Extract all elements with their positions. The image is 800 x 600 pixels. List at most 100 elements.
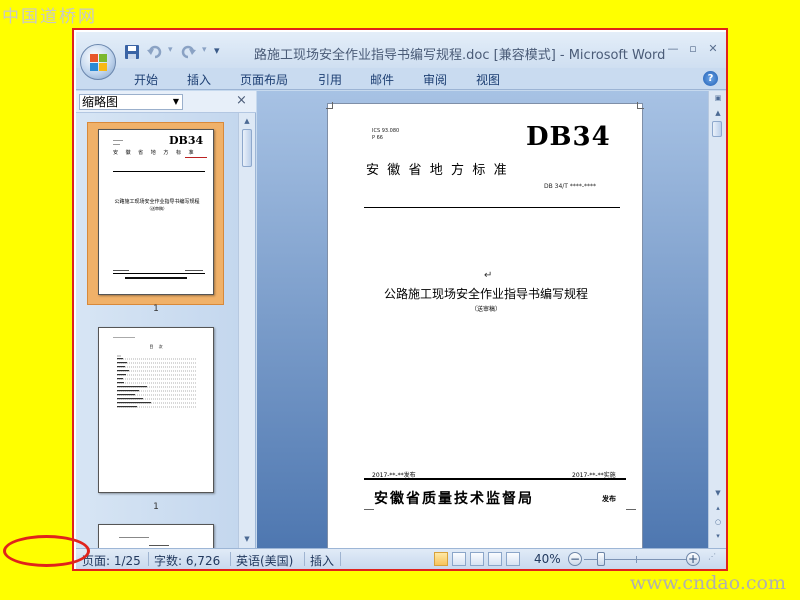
thumb-ics-line [113,140,123,141]
tab-mailings[interactable]: 邮件 [370,71,394,88]
zoom-level[interactable]: 40% [534,552,561,566]
thumb-subtitle: （送审稿） [147,206,167,211]
page-corner-mark [326,102,333,109]
page-corner-mark [637,102,644,109]
tab-review[interactable]: 审阅 [423,71,447,88]
thumb-impl-date [185,270,203,271]
thumb-header-row: 安 徽 省 地 方 标 准 [113,150,197,156]
document-title: 公路施工现场安全作业指导书编写规程 [383,287,588,301]
province-title: 安 徽 省 地 方 标 准 [366,163,507,178]
status-bar: 页面: 1/25 字数: 6,726 英语(美国) 插入 40% − + ⋰ [76,548,726,569]
title-bar: ▾ ▾ ▾ 路施工现场安全作业指导书编写规程.doc [兼容模式] - Micr… [76,32,726,68]
page-corner-mark [364,509,374,516]
document-scrollbar[interactable]: ▣ ▲ ▼ ▴ ○ ▾ [708,91,726,548]
category-code: P 66 [372,135,383,141]
thumbnail-page-number: 1 [153,304,159,314]
office-button[interactable] [80,44,116,80]
browse-object-icon[interactable]: ○ [711,516,725,528]
scroll-down-icon[interactable]: ▼ [241,533,253,545]
outline-view-icon[interactable] [488,552,502,566]
next-page-icon[interactable]: ▾ [711,530,725,542]
tab-view[interactable]: 视图 [476,71,500,88]
navigation-pane: 缩略图 ▼ × DB34 安 徽 省 地 方 标 准 公路施工现场安全作业指导书… [76,91,256,548]
word-window: ▾ ▾ ▾ 路施工现场安全作业指导书编写规程.doc [兼容模式] - Micr… [76,32,726,569]
draft-view-icon[interactable] [506,552,520,566]
status-separator [340,552,341,566]
thumb-title: 公路施工现场安全作业指导书编写规程 [114,199,200,205]
previous-page-icon[interactable]: ▴ [711,502,725,514]
window-title: 路施工现场安全作业指导书编写规程.doc [兼容模式] - Microsoft … [254,48,666,63]
document-page[interactable]: ICS 93.080 P 66 DB34 安 徽 省 地 方 标 准 DB 34… [326,102,644,548]
nav-view-select[interactable]: 缩略图 ▼ [79,94,183,110]
issuer-suffix: 发布 [602,495,616,503]
status-separator [230,552,231,566]
insert-mode[interactable]: 插入 [310,552,334,569]
return-mark: ↵ [484,270,493,281]
page-indicator[interactable]: 页面: 1/25 [82,552,141,569]
thumbnail-page-3[interactable] [98,524,214,548]
help-icon[interactable]: ? [703,71,718,86]
restore-icon[interactable]: ▫ [686,42,700,56]
office-logo-icon [90,54,107,71]
scroll-thumb[interactable] [242,129,252,167]
scroll-up-icon[interactable]: ▲ [241,115,253,127]
thumb-db-label: DB34 [169,134,204,147]
undo-dropdown-icon[interactable]: ▾ [168,45,173,63]
full-screen-reading-icon[interactable] [452,552,466,566]
thumbnail-page-1[interactable]: DB34 安 徽 省 地 方 标 准 公路施工现场安全作业指导书编写规程 （送审… [98,129,214,295]
status-separator [148,552,149,566]
customize-toolbar-icon[interactable]: ▾ [214,44,220,62]
document-subtitle: （送审稿） [470,306,501,313]
page-corner-mark [626,509,636,516]
save-icon[interactable] [124,44,140,62]
close-icon[interactable]: ✕ [706,42,720,56]
screenshot-canvas: 中国道桥网 ▾ ▾ ▾ 路施工现场安全作业指导书编写规程.doc [兼容模式] … [0,0,800,600]
tab-page-layout[interactable]: 页面布局 [240,71,288,88]
language-indicator[interactable]: 英语(美国) [236,552,293,569]
undo-icon[interactable] [146,44,166,62]
resize-grip-icon[interactable]: ⋰ [708,552,716,561]
thumb-rule-top [113,171,205,172]
word-count[interactable]: 字数: 6,726 [154,552,220,569]
standard-number: DB 34/T ****-**** [544,183,597,190]
watermark-bottom: www.cndao.com [629,572,786,594]
zoom-slider-center-mark [636,556,637,563]
ribbon-tabs: 开始 插入 页面布局 引用 邮件 审阅 视图 ? [76,68,726,90]
thumbnail-page-2[interactable]: 目 次 [98,327,214,493]
scroll-thumb[interactable] [712,121,722,137]
thumb3-line [149,545,169,546]
footer-rule [364,478,626,480]
scroll-down-icon[interactable]: ▼ [711,487,725,499]
thumb-issue-date [113,270,129,271]
zoom-in-icon[interactable]: + [686,552,700,566]
header-rule [364,207,620,208]
nav-close-icon[interactable]: × [236,93,247,108]
highlight-frame: ▾ ▾ ▾ 路施工现场安全作业指导书编写规程.doc [兼容模式] - Micr… [72,28,728,571]
thumb-std-no [185,157,207,158]
zoom-slider-knob[interactable] [597,552,605,566]
watermark-top: 中国道桥网 [2,7,97,27]
nav-pane-header: 缩略图 ▼ × [76,91,256,113]
tab-references[interactable]: 引用 [318,71,342,88]
web-layout-icon[interactable] [470,552,484,566]
status-separator [304,552,305,566]
redo-icon[interactable] [180,44,198,62]
db-label: DB34 [526,122,611,152]
ics-code: ICS 93.080 [372,128,400,134]
document-area: ICS 93.080 P 66 DB34 安 徽 省 地 方 标 准 DB 34… [257,91,726,548]
minimize-icon[interactable]: — [666,42,680,56]
scroll-up-icon[interactable]: ▲ [711,107,725,119]
print-layout-icon[interactable] [434,552,448,566]
nav-view-label: 缩略图 [82,95,119,109]
zoom-out-icon[interactable]: − [568,552,582,566]
thumb2-toc-lines [117,355,197,408]
highlight-ellipse [3,535,90,567]
tab-home[interactable]: 开始 [134,71,158,88]
thumbnail-list: DB34 安 徽 省 地 方 标 准 公路施工现场安全作业指导书编写规程 （送审… [76,113,238,548]
thumbnail-page-number: 1 [153,502,159,512]
ruler-toggle-icon[interactable]: ▣ [711,92,725,104]
redo-dropdown-icon[interactable]: ▾ [202,45,207,63]
tab-insert[interactable]: 插入 [187,71,211,88]
thumb3-line [119,537,149,538]
thumbnail-scrollbar[interactable]: ▲ ▼ [238,113,255,548]
